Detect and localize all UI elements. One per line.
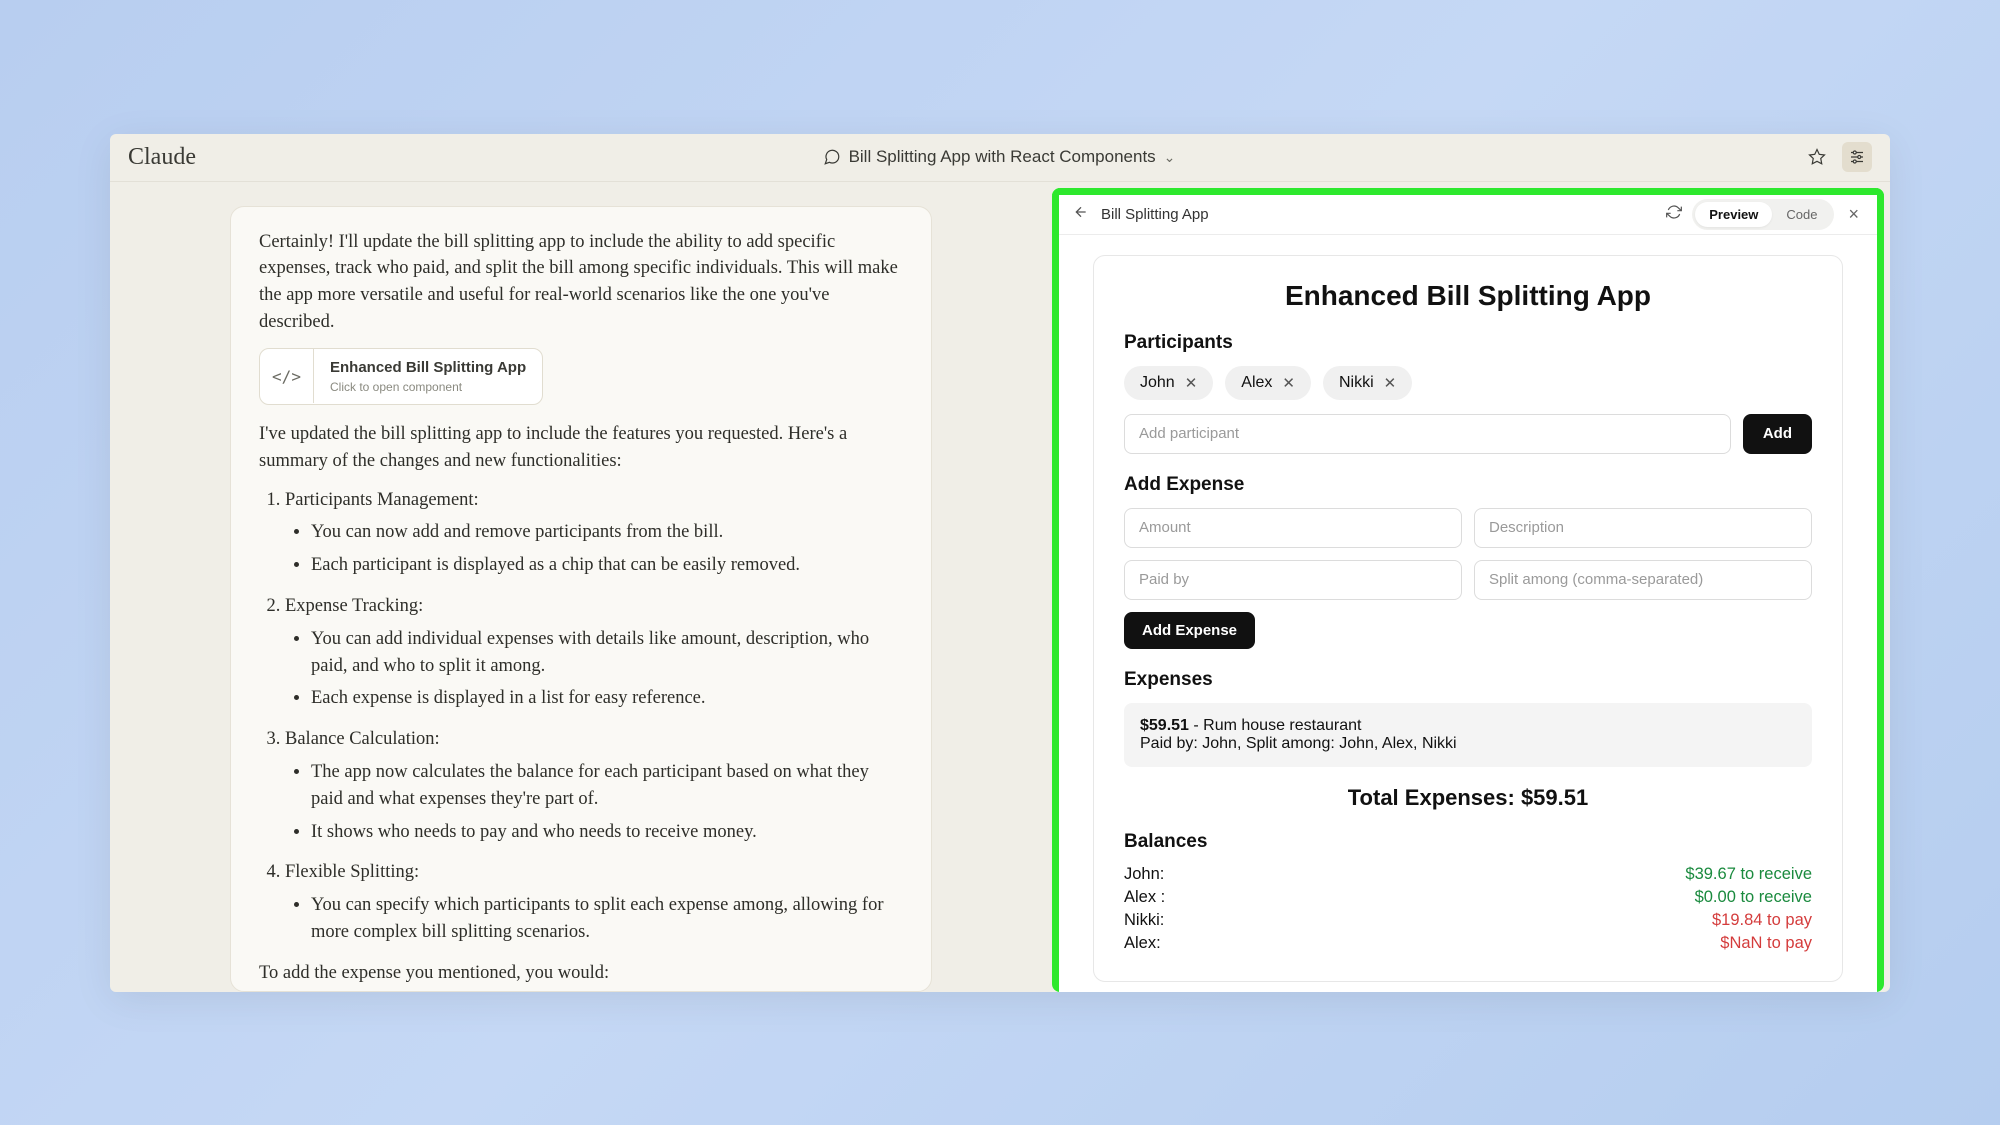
artifact-header: Bill Splitting App Preview Code ×: [1059, 195, 1877, 235]
feature-bullet: It shows who needs to pay and who needs …: [311, 819, 903, 846]
feature-bullet: The app now calculates the balance for e…: [311, 759, 903, 813]
feature-item: Participants Management: You can now add …: [285, 487, 903, 579]
description-input[interactable]: [1474, 508, 1812, 548]
participant-chips: John ✕ Alex ✕ Nikki ✕: [1124, 366, 1812, 400]
add-expense-heading: Add Expense: [1124, 474, 1812, 496]
tab-code[interactable]: Code: [1772, 202, 1831, 227]
component-card-title: Enhanced Bill Splitting App: [330, 357, 526, 379]
message-intro: Certainly! I'll update the bill splittin…: [259, 229, 903, 336]
add-participant-input[interactable]: [1124, 414, 1731, 454]
artifact-actions: Preview Code ×: [1666, 199, 1863, 230]
artifact-pane: Bill Splitting App Preview Code ×: [1052, 188, 1884, 992]
code-icon: </>: [260, 349, 314, 403]
message-summary-intro: I've updated the bill splitting app to i…: [259, 421, 903, 475]
balances-list: John: $39.67 to receive Alex : $0.00 to rec…: [1124, 865, 1812, 953]
artifact-highlight: Bill Splitting App Preview Code ×: [1052, 188, 1884, 992]
tab-preview[interactable]: Preview: [1695, 202, 1772, 227]
expense-detail: Paid by: John, Split among: John, Alex, …: [1140, 735, 1796, 753]
balance-name: Alex :: [1124, 888, 1165, 907]
refresh-icon: [1666, 204, 1682, 220]
feature-item: Expense Tracking: You can add individual …: [285, 593, 903, 712]
instructions-intro: To add the expense you mentioned, you wo…: [259, 960, 903, 987]
participant-name: John: [1140, 374, 1175, 392]
star-button[interactable]: [1802, 142, 1832, 172]
balance-name: John:: [1124, 865, 1164, 884]
balances-section: Balances John: $39.67 to receive Alex : $0.…: [1124, 831, 1812, 953]
arrow-left-icon: [1073, 204, 1089, 220]
balance-name: Nikki:: [1124, 911, 1164, 930]
feature-bullet: Each participant is displayed as a chip …: [311, 552, 903, 579]
expenses-heading: Expenses: [1124, 669, 1812, 691]
expenses-section: Expenses $59.51 - Rum house restaurant P…: [1124, 669, 1812, 811]
star-icon: [1808, 148, 1826, 166]
split-among-input[interactable]: [1474, 560, 1812, 600]
remove-participant-button[interactable]: ✕: [1384, 374, 1397, 392]
feature-bullet: You can specify which participants to sp…: [311, 892, 903, 946]
add-expense-button[interactable]: Add Expense: [1124, 612, 1255, 649]
balance-value: $19.84 to pay: [1712, 911, 1812, 930]
expense-desc: - Rum house restaurant: [1189, 717, 1362, 734]
balance-value: $0.00 to receive: [1695, 888, 1812, 907]
conversation-title-text: Bill Splitting App with React Components: [849, 147, 1156, 167]
feature-title: Flexible Splitting:: [285, 862, 419, 882]
balance-value: $39.67 to receive: [1685, 865, 1812, 884]
participants-section: Participants John ✕ Alex ✕ Nikki ✕ Add: [1124, 332, 1812, 454]
features-list: Participants Management: You can now add …: [259, 487, 903, 946]
remove-participant-button[interactable]: ✕: [1282, 374, 1295, 392]
sliders-icon: [1848, 148, 1866, 166]
component-card-subtitle: Click to open component: [330, 379, 526, 396]
close-button[interactable]: ×: [1844, 204, 1863, 225]
balance-name: Alex:: [1124, 934, 1161, 953]
brand-logo: Claude: [128, 144, 196, 171]
component-card[interactable]: </> Enhanced Bill Splitting App Click to…: [259, 348, 543, 405]
add-participant-button[interactable]: Add: [1743, 414, 1812, 454]
refresh-button[interactable]: [1666, 204, 1682, 225]
chevron-down-icon: ⌄: [1164, 149, 1176, 166]
top-actions: [1802, 142, 1872, 172]
amount-input[interactable]: [1124, 508, 1462, 548]
balance-row: Alex : $0.00 to receive: [1124, 888, 1812, 907]
balance-row: Nikki: $19.84 to pay: [1124, 911, 1812, 930]
balance-row: Alex: $NaN to pay: [1124, 934, 1812, 953]
balance-value: $NaN to pay: [1720, 934, 1812, 953]
participant-name: Alex: [1241, 374, 1272, 392]
assistant-message: Certainly! I'll update the bill splittin…: [230, 206, 932, 992]
feature-bullet: You can add individual expenses with det…: [311, 626, 903, 680]
feature-bullet: Each expense is displayed in a list for …: [311, 685, 903, 712]
preview-body: Enhanced Bill Splitting App Participants…: [1059, 235, 1877, 992]
participant-chip: Alex ✕: [1225, 366, 1311, 400]
feature-item: Balance Calculation: The app now calculat…: [285, 726, 903, 845]
feature-title: Participants Management:: [285, 490, 479, 510]
expense-amount: $59.51: [1140, 717, 1189, 734]
content-area: Certainly! I'll update the bill splittin…: [110, 182, 1890, 992]
chat-pane: Certainly! I'll update the bill splittin…: [110, 182, 1052, 992]
total-expenses: Total Expenses: $59.51: [1124, 785, 1812, 811]
participants-heading: Participants: [1124, 332, 1812, 354]
add-expense-section: Add Expense Add Expense: [1124, 474, 1812, 649]
app-frame: Claude Bill Splitting App with React Com…: [110, 134, 1890, 992]
participant-name: Nikki: [1339, 374, 1374, 392]
topbar: Claude Bill Splitting App with React Com…: [110, 134, 1890, 182]
feature-title: Expense Tracking:: [285, 596, 423, 616]
balances-heading: Balances: [1124, 831, 1812, 853]
paid-by-input[interactable]: [1124, 560, 1462, 600]
expense-item: $59.51 - Rum house restaurant Paid by: J…: [1124, 703, 1812, 767]
remove-participant-button[interactable]: ✕: [1185, 374, 1198, 392]
app-title: Enhanced Bill Splitting App: [1124, 280, 1812, 312]
view-toggle: Preview Code: [1692, 199, 1834, 230]
settings-button[interactable]: [1842, 142, 1872, 172]
artifact-title: Bill Splitting App: [1101, 206, 1654, 223]
feature-title: Balance Calculation:: [285, 729, 440, 749]
feature-item: Flexible Splitting: You can specify which…: [285, 859, 903, 945]
app-card: Enhanced Bill Splitting App Participants…: [1093, 255, 1843, 982]
participant-chip: Nikki ✕: [1323, 366, 1412, 400]
feature-bullet: You can now add and remove participants …: [311, 519, 903, 546]
participant-chip: John ✕: [1124, 366, 1213, 400]
conversation-title[interactable]: Bill Splitting App with React Components…: [196, 147, 1802, 167]
balance-row: John: $39.67 to receive: [1124, 865, 1812, 884]
back-button[interactable]: [1073, 204, 1089, 225]
chat-icon: [823, 148, 841, 166]
